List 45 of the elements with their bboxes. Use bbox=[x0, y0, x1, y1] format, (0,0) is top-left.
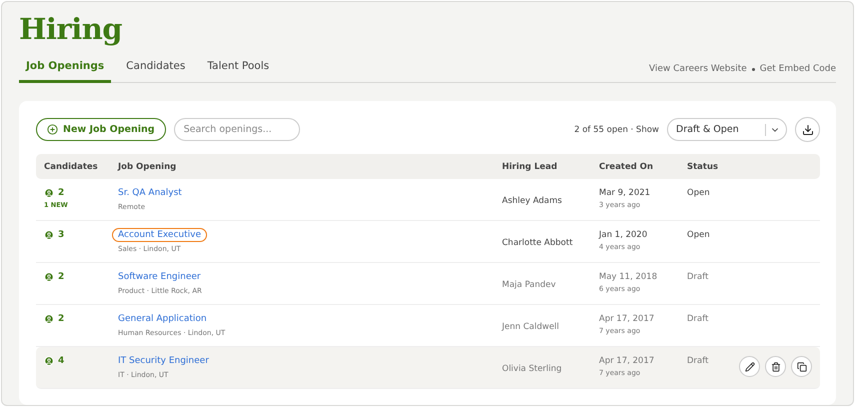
person-icon bbox=[44, 188, 54, 198]
person-icon bbox=[44, 272, 54, 282]
tab[interactable]: Job Openings bbox=[19, 60, 112, 83]
status-filter-dropdown[interactable]: Draft & Open bbox=[667, 118, 787, 141]
hiring-lead: Olivia Sterling bbox=[502, 364, 562, 374]
search-field[interactable]: Search openings... bbox=[174, 118, 300, 141]
created-date: May 11, 2018 bbox=[599, 272, 658, 282]
created-date: Apr 17, 2017 bbox=[599, 314, 654, 324]
created-date: Apr 17, 2017 bbox=[599, 356, 654, 366]
edit-button[interactable] bbox=[739, 356, 760, 377]
plus-icon bbox=[47, 124, 58, 135]
person-icon bbox=[44, 230, 54, 240]
pencil-icon bbox=[744, 362, 754, 372]
trash-icon bbox=[770, 362, 780, 372]
openings-summary: 2 of 55 open · Show bbox=[574, 124, 659, 134]
hiring-lead: Jenn Caldwell bbox=[502, 322, 560, 332]
hiring-lead: Ashley Adams bbox=[502, 196, 562, 206]
tab[interactable]: Talent Pools bbox=[200, 60, 276, 83]
created-date: Jan 1, 2020 bbox=[599, 230, 648, 240]
created-date: Mar 9, 2021 bbox=[599, 188, 650, 198]
download-button[interactable] bbox=[795, 117, 820, 142]
status-text: Open bbox=[687, 230, 710, 240]
duplicate-button[interactable] bbox=[791, 356, 812, 377]
column-header: Candidates bbox=[44, 162, 99, 172]
tab[interactable]: Candidates bbox=[119, 60, 192, 83]
status-text: Draft bbox=[687, 272, 708, 282]
hiring-lead: Charlotte Abbott bbox=[502, 238, 573, 248]
header-link[interactable]: View Careers Website bbox=[649, 64, 747, 74]
column-header: Status bbox=[687, 162, 720, 172]
column-header: Hiring Lead bbox=[502, 162, 558, 172]
column-header: Job Opening bbox=[118, 162, 178, 172]
person-icon bbox=[44, 356, 54, 366]
download-icon bbox=[802, 124, 814, 136]
delete-button[interactable] bbox=[765, 356, 786, 377]
status-text: Draft bbox=[687, 356, 708, 366]
person-icon bbox=[44, 314, 54, 324]
column-header: Created On bbox=[599, 162, 654, 172]
header-link[interactable]: Get Embed Code bbox=[760, 64, 836, 74]
new-job-opening-button[interactable]: New Job Opening bbox=[36, 118, 166, 141]
job-link[interactable]: Account Executive bbox=[112, 228, 208, 242]
copy-icon bbox=[796, 362, 806, 372]
status-text: Draft bbox=[687, 314, 708, 324]
hiring-lead: Maja Pandev bbox=[502, 280, 556, 290]
page-title: Hiring bbox=[19, 12, 124, 46]
status-text: Open bbox=[687, 188, 710, 198]
